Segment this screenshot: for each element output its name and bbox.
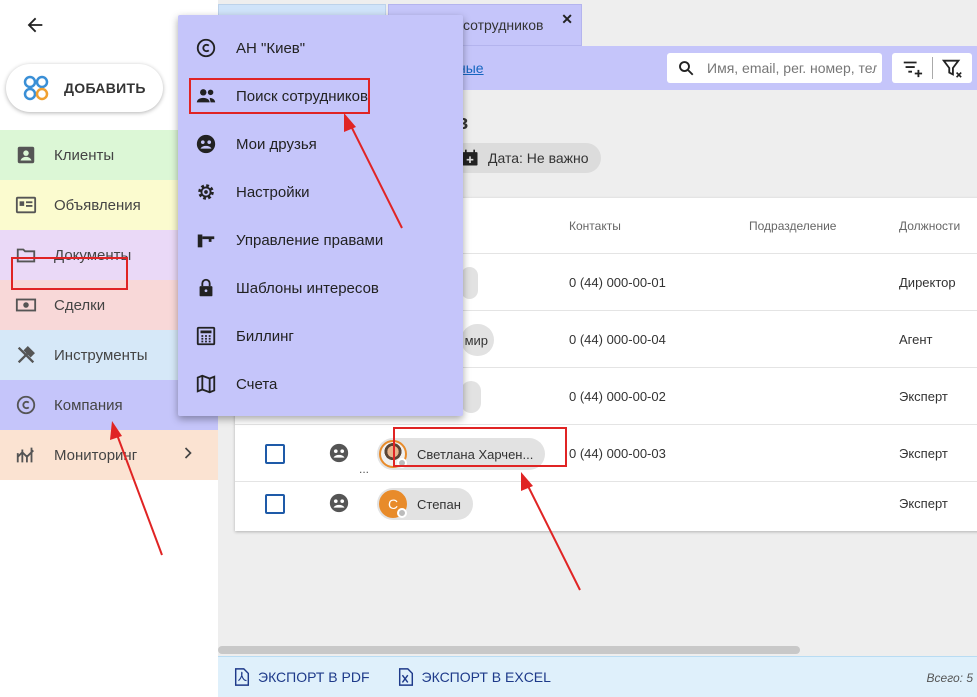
nav-item-label: Объявления <box>54 196 141 214</box>
column-header-contacts[interactable]: Контакты <box>569 219 621 233</box>
menu-item-label: Управление правами <box>236 231 384 249</box>
menu-highlight-box <box>189 78 370 114</box>
menu-item-rights[interactable]: Управление правами <box>178 216 463 264</box>
add-button-label: ДОБАВИТЬ <box>64 80 146 96</box>
menu-item-label: Настройки <box>236 183 310 201</box>
menu-item-label: Шаблоны интересов <box>236 279 379 297</box>
company-menu: АН "Киев" Поиск сотрудников Мои друзья Н… <box>178 15 463 416</box>
close-icon[interactable]: ✕ <box>561 11 573 28</box>
position-cell: Агент <box>899 332 933 347</box>
row-checkbox[interactable] <box>265 494 285 514</box>
contact-cell: 0 (44) 000-00-04 <box>569 332 666 347</box>
back-button[interactable] <box>20 10 50 40</box>
friends-icon <box>194 132 218 156</box>
chevron-right-icon <box>178 443 198 467</box>
menu-item-label: АН "Киев" <box>236 39 306 57</box>
person-chip[interactable]: мир <box>461 324 494 356</box>
avatar-letter: С <box>387 496 399 512</box>
tool-buttons <box>892 53 972 83</box>
tab-label: сотрудников <box>463 17 544 33</box>
date-filter-chip[interactable]: Дата: Не важно <box>450 143 601 173</box>
map-icon <box>194 372 218 396</box>
group-icon <box>329 493 349 513</box>
company-highlight-box <box>11 257 128 290</box>
nav-item-label: Компания <box>54 396 123 414</box>
pdf-icon <box>234 668 250 686</box>
total-count: Всего: 5 <box>926 671 973 685</box>
add-button[interactable]: ДОБАВИТЬ <box>6 64 163 112</box>
menu-item-label: Биллинг <box>236 327 294 345</box>
person-chip[interactable] <box>461 267 478 299</box>
key-icon <box>194 228 218 252</box>
contact-cell: 0 (44) 000-00-01 <box>569 275 666 290</box>
menu-item-agency[interactable]: АН "Киев" <box>178 24 463 72</box>
calculator-icon <box>194 324 218 348</box>
nav-item-label: Инструменты <box>54 346 148 364</box>
filter-icon <box>942 59 962 78</box>
menu-item-billing[interactable]: Биллинг <box>178 312 463 360</box>
excel-icon <box>398 668 413 686</box>
contact-cell: 0 (44) 000-00-03 <box>569 446 666 461</box>
tools-icon <box>14 343 38 367</box>
menu-item-accounts[interactable]: Счета <box>178 360 463 408</box>
contacts-icon <box>14 143 38 167</box>
more-dots: ... <box>359 462 370 476</box>
person-chip[interactable]: м <box>454 381 481 413</box>
status-dot <box>397 508 407 518</box>
person-chip[interactable]: С Степан <box>377 488 473 520</box>
date-filter-label: Дата: Не важно <box>488 150 589 166</box>
menu-item-interest-templates[interactable]: Шаблоны интересов <box>178 264 463 312</box>
position-cell: Эксперт <box>899 496 948 511</box>
menu-item-settings[interactable]: Настройки <box>178 168 463 216</box>
footer-bar: ЭКСПОРТ В PDF ЭКСПОРТ В EXCEL Всего: 5 <box>218 656 977 697</box>
export-excel-button[interactable]: ЭКСПОРТ В EXCEL <box>398 668 551 686</box>
add-logo-icon <box>23 75 49 101</box>
horizontal-scrollbar[interactable] <box>218 646 800 654</box>
column-header-positions[interactable]: Должности <box>899 219 960 233</box>
add-filter-button[interactable] <box>892 53 932 83</box>
avatar: С <box>379 490 407 518</box>
copyright-icon <box>194 36 218 60</box>
search-input[interactable] <box>707 60 877 76</box>
copyright-icon <box>14 393 38 417</box>
row-highlight-box <box>393 427 567 467</box>
menu-item-my-friends[interactable]: Мои друзья <box>178 120 463 168</box>
table-row[interactable]: С Степан Эксперт <box>235 475 977 532</box>
row-checkbox[interactable] <box>265 444 285 464</box>
calendar-add-icon <box>462 149 478 166</box>
export-pdf-button[interactable]: ЭКСПОРТ В PDF <box>234 668 370 686</box>
position-cell: Директор <box>899 275 956 290</box>
monitoring-icon <box>14 443 38 467</box>
position-cell: Эксперт <box>899 446 948 461</box>
search-icon <box>679 61 694 76</box>
group-icon <box>329 443 349 463</box>
listing-icon <box>14 193 38 217</box>
search-box <box>667 53 882 83</box>
menu-item-label: Мои друзья <box>236 135 317 153</box>
export-excel-label: ЭКСПОРТ В EXCEL <box>421 669 551 685</box>
lock-icon <box>194 276 218 300</box>
filter-button[interactable] <box>932 53 972 83</box>
gear-icon <box>194 180 218 204</box>
column-header-division[interactable]: Подразделение <box>749 219 836 233</box>
nav-item-label: Мониторинг <box>54 446 138 464</box>
contact-cell: 0 (44) 000-00-02 <box>569 389 666 404</box>
export-pdf-label: ЭКСПОРТ В PDF <box>258 669 370 685</box>
table-row[interactable]: ... Светлана Харчен... 0 (44) 000-00-03 … <box>235 425 977 482</box>
person-name: мир <box>464 332 488 348</box>
filter-add-icon <box>903 61 922 78</box>
nav-item-label: Клиенты <box>54 146 115 164</box>
nav-item-monitoring[interactable]: Мониторинг <box>0 430 218 480</box>
money-icon <box>14 293 38 317</box>
nav-item-label: Сделки <box>54 296 106 314</box>
menu-item-label: Счета <box>236 375 278 393</box>
position-cell: Эксперт <box>899 389 948 404</box>
person-name: Степан <box>417 496 461 512</box>
arrow-back-icon <box>27 17 43 33</box>
